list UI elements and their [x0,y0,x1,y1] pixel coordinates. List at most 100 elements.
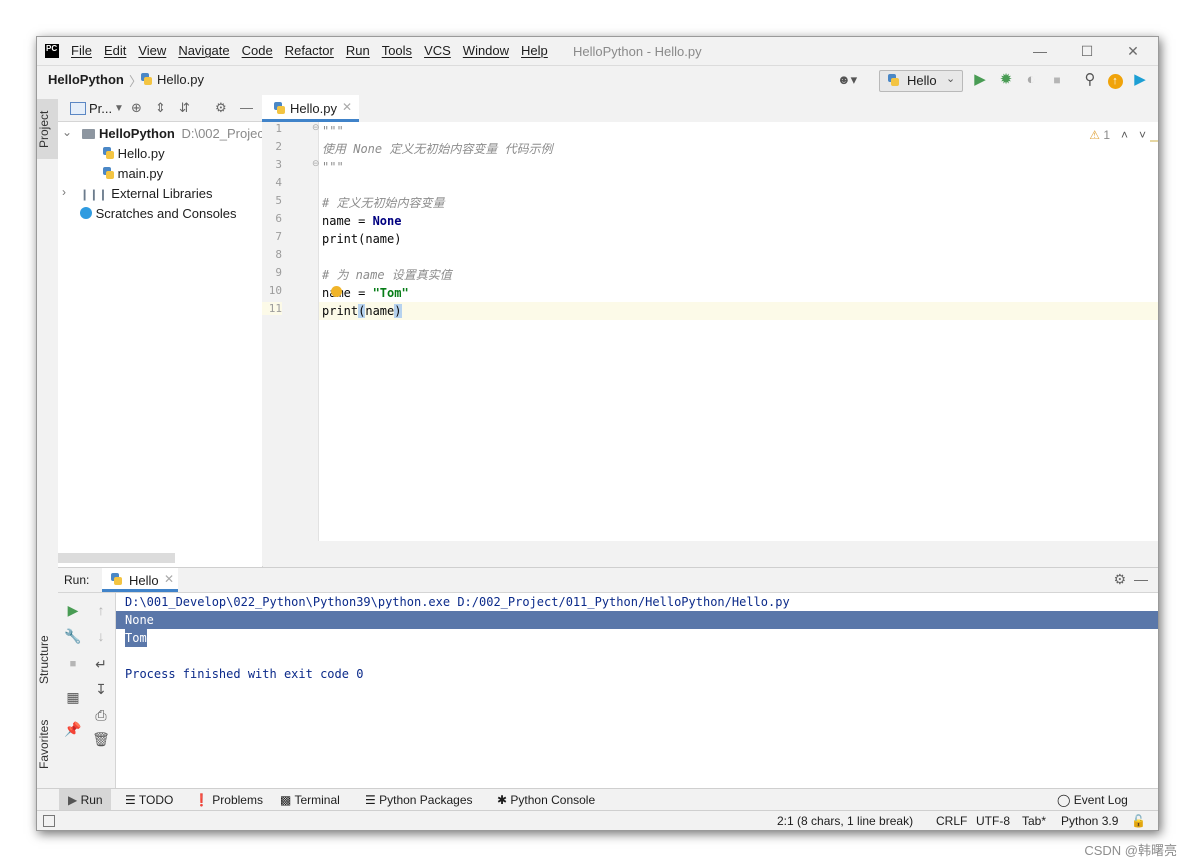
stop-icon[interactable]: ■ [1048,71,1066,89]
down-arrow-icon[interactable]: ↓ [92,628,110,644]
tree-item-external-libraries[interactable]: › ❙❙❙ External Libraries [58,184,262,204]
code-line: """ [322,124,344,138]
tree-label-external-libraries: External Libraries [111,186,213,201]
close-tab-icon[interactable]: ✕ [164,572,174,586]
close-button[interactable]: ✕ [1121,41,1145,61]
menu-vcs[interactable]: VCS [424,43,451,58]
indent-setting[interactable]: Tab* [1022,814,1046,828]
pin-icon[interactable]: 📌 [64,721,82,737]
navigation-bar: HelloPython 〉 Hello.py ☻▾ Hello ⌄ ▶ ✹ ◐ … [37,65,1158,96]
code-area[interactable]: """ 使用 None 定义无初始内容变量 代码示例 """ # 定义无初始内容… [319,122,1158,541]
scroll-to-end-icon[interactable]: ↧ [92,681,110,697]
project-horizontal-scrollbar[interactable] [58,553,175,563]
run-console[interactable]: D:\001_Develop\022_Python\Python39\pytho… [116,593,1158,789]
ide-window: PC File Edit View Navigate Code Refactor… [36,36,1159,831]
problems-tool-button[interactable]: ❗ Problems [194,793,263,807]
hide-panel-icon[interactable]: — [240,100,253,115]
menu-file[interactable]: File [71,43,92,58]
expand-all-icon[interactable]: ⇕ [155,100,166,116]
editor-tab-hello-py[interactable]: Hello.py ✕ [262,95,359,122]
menu-window[interactable]: Window [463,43,509,58]
code-line-11: print(name) [322,304,402,318]
stop-icon[interactable]: ■ [64,656,82,672]
print-icon[interactable]: ⎙ [92,707,110,723]
tree-item-scratches[interactable]: Scratches and Consoles [58,204,262,224]
menu-code[interactable]: Code [242,43,273,58]
update-icon[interactable]: ↑ [1106,71,1124,89]
warning-icon: ⚠ [1089,128,1100,142]
run-tab-hello[interactable]: Hello ✕ [102,568,178,592]
wrench-icon[interactable]: 🔧 [64,628,82,644]
up-arrow-icon[interactable]: ↑ [92,602,110,618]
tree-item-project-root[interactable]: ⌄ HelloPython D:\002_Projec [58,124,264,144]
menu-help[interactable]: Help [521,43,548,58]
file-encoding[interactable]: UTF-8 [976,814,1010,828]
watermark: CSDN @韩曙亮 [1084,843,1177,858]
line-number: 3 [275,158,282,171]
warning-indicator[interactable]: ⚠ 1 [1089,128,1110,142]
code-line: # 为 name 设置真实值 [322,268,452,282]
chevron-down-icon[interactable]: ⌄ [62,125,72,139]
bottom-tool-label: TODO [138,793,174,807]
menu-run[interactable]: Run [346,43,370,58]
structure-tool-tab[interactable]: Structure [37,625,58,695]
tree-item-main-py[interactable]: main.py [58,164,262,184]
toggle-tool-windows-icon[interactable] [43,815,55,827]
minimize-button[interactable]: — [1028,41,1052,61]
run-configuration-select[interactable]: Hello ⌄ [879,70,963,92]
dropdown-arrow-icon[interactable]: ▼ [114,103,124,114]
locate-target-icon[interactable]: ⊕ [131,100,142,116]
rerun-icon[interactable]: ▶ [64,602,82,618]
run-icon[interactable]: ▶ [971,71,989,89]
maximize-button[interactable]: ☐ [1075,41,1099,61]
line-number: 11 [262,302,282,315]
current-line-highlight [319,302,1158,320]
breadcrumb-file[interactable]: Hello.py [157,72,204,87]
chevron-right-icon[interactable]: › [62,185,66,199]
project-tool-tab[interactable]: Project [37,99,58,159]
user-account-icon[interactable]: ☻▾ [837,72,857,88]
breadcrumb-project[interactable]: HelloPython [48,72,124,87]
line-separator[interactable]: CRLF [936,814,967,828]
layout-icon[interactable]: ▦ [64,689,82,705]
run-tool-button[interactable]: ▶ Run [68,793,103,807]
event-log-label: Event Log [1073,793,1128,807]
menu-edit[interactable]: Edit [104,43,126,58]
editor-tab-bar: Hello.py ✕ [262,95,1158,123]
debug-icon[interactable]: ✹ [997,71,1015,89]
menu-navigate[interactable]: Navigate [178,43,229,58]
lock-icon[interactable]: 🔓 [1131,814,1146,828]
line-number: 1 [275,122,282,135]
todo-tool-button[interactable]: ☰ TODO [125,793,173,807]
caret-position[interactable]: 2:1 (8 chars, 1 line break) [777,814,913,828]
menu-view[interactable]: View [138,43,166,58]
favorites-tool-tab[interactable]: Favorites [37,709,58,779]
terminal-icon: ▩ [280,793,292,807]
project-panel-header: Pr... ▼ ⊕ ⇕ ⇵ ⚙ — [58,95,262,122]
gear-icon[interactable]: ⚙ [1113,571,1126,588]
jetbrains-toolbox-icon[interactable]: ▶ [1131,71,1149,89]
hide-panel-icon[interactable]: — [1134,571,1148,587]
project-view-icon [70,102,86,115]
menu-tools[interactable]: Tools [382,43,412,58]
terminal-tool-button[interactable]: ▩ Terminal [280,793,340,807]
tree-item-hello-py[interactable]: Hello.py [58,144,262,164]
coverage-icon[interactable]: ◐ [1022,71,1040,89]
python-console-tool-button[interactable]: ✱ Python Console [497,793,595,807]
previous-highlight-icon[interactable]: ˄ [1121,128,1128,142]
python-interpreter[interactable]: Python 3.9 [1061,814,1118,828]
search-icon[interactable]: ⚲ [1081,71,1099,89]
python-console-icon: ✱ [497,793,508,807]
trash-icon[interactable]: 🗑 [92,731,110,747]
project-view-select[interactable]: Pr... [89,101,112,116]
python-packages-tool-button[interactable]: ☰ Python Packages [365,793,473,807]
soft-wrap-icon[interactable]: ↵ [92,656,110,672]
folder-icon [82,129,95,139]
next-highlight-icon[interactable]: ˅ [1139,128,1146,142]
gear-icon[interactable]: ⚙ [215,100,227,116]
close-tab-icon[interactable]: ✕ [342,100,352,114]
intention-bulb-icon[interactable] [331,286,342,297]
menu-refactor[interactable]: Refactor [285,43,334,58]
collapse-all-icon[interactable]: ⇵ [179,100,190,116]
event-log-button[interactable]: ◯ Event Log [1057,793,1128,807]
